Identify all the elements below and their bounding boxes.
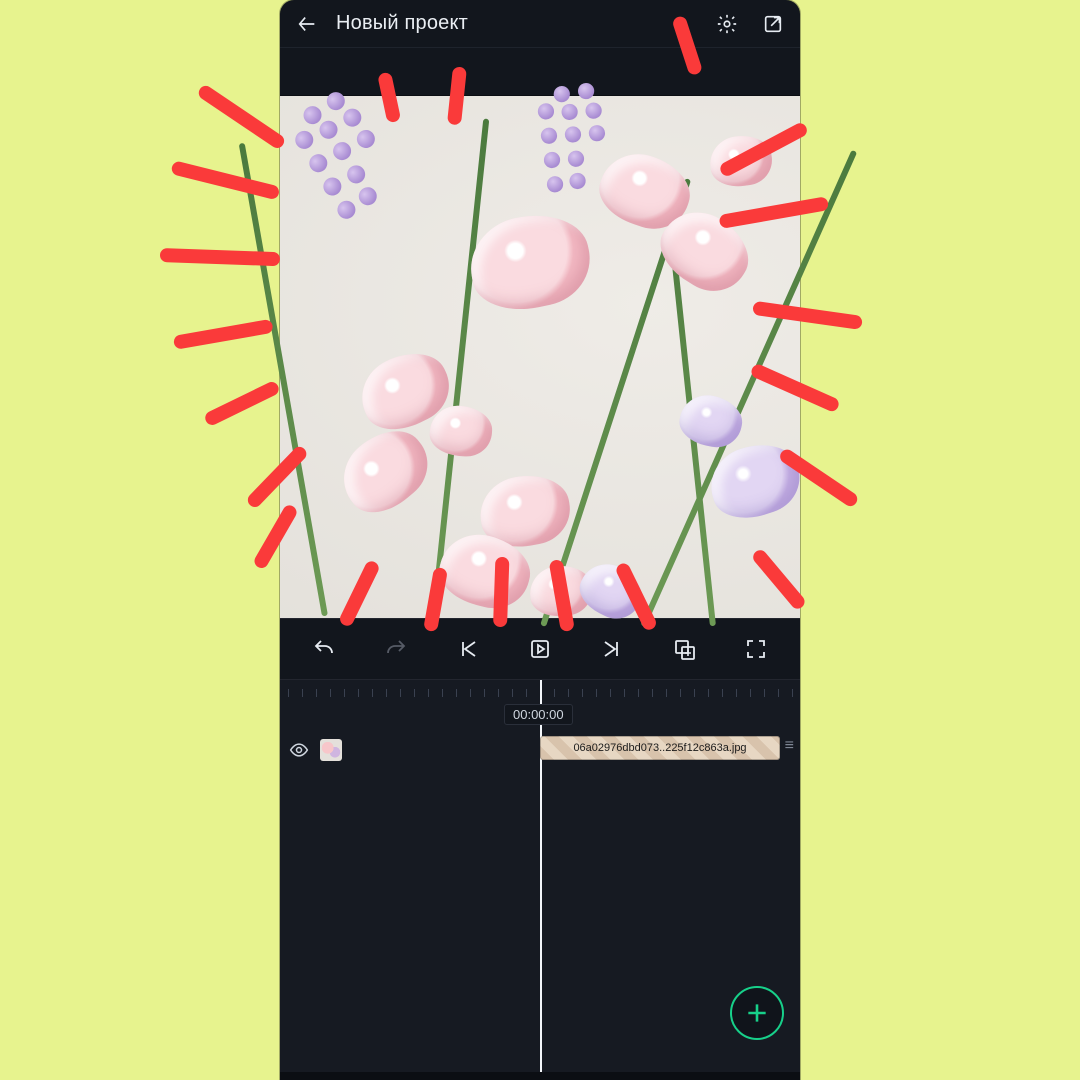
settings-button[interactable] xyxy=(710,7,744,41)
timecode-label: 00:00:00 xyxy=(504,704,573,725)
back-button[interactable] xyxy=(290,7,324,41)
timeline[interactable]: 00:00:00 06a02976dbd073..225f12c863a.jpg… xyxy=(280,680,800,1080)
top-bar: Новый проект xyxy=(280,0,800,48)
video-editor-app: Новый проект xyxy=(280,0,800,1080)
transport-toolbar xyxy=(280,618,800,680)
project-title[interactable]: Новый проект xyxy=(336,12,698,35)
redo-button[interactable] xyxy=(374,627,418,671)
skip-end-button[interactable] xyxy=(590,627,634,671)
add-frame-button[interactable] xyxy=(662,627,706,671)
skip-start-button[interactable] xyxy=(446,627,490,671)
clip-filename: 06a02976dbd073..225f12c863a.jpg xyxy=(573,742,746,754)
undo-button[interactable] xyxy=(302,627,346,671)
track-options-button[interactable]: ≡ xyxy=(785,738,794,754)
preview-top-gap xyxy=(280,48,800,96)
track-thumbnail xyxy=(320,739,342,761)
play-button[interactable] xyxy=(518,627,562,671)
timeline-clip[interactable]: 06a02976dbd073..225f12c863a.jpg xyxy=(540,736,780,760)
export-button[interactable] xyxy=(756,7,790,41)
fullscreen-button[interactable] xyxy=(734,627,778,671)
add-media-button[interactable] xyxy=(730,986,784,1040)
track-visibility-toggle[interactable] xyxy=(286,737,312,763)
